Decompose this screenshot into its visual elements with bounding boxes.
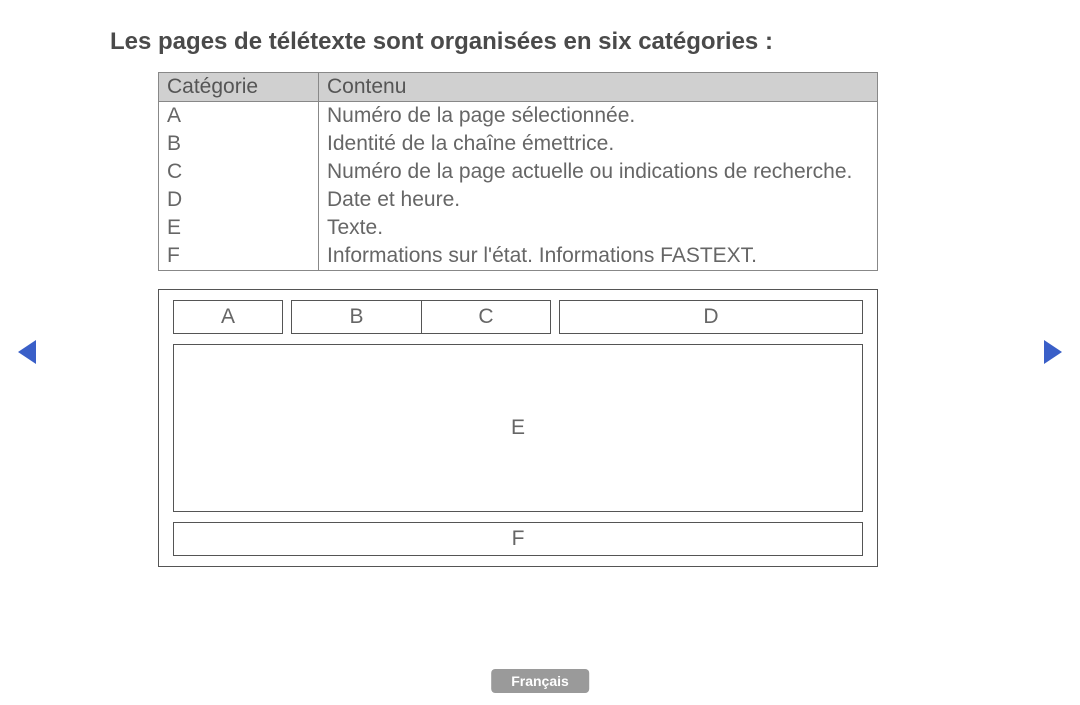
cell-category: A [159,102,319,131]
table-row: D Date et heure. [159,186,878,214]
diagram-region-d: D [559,300,863,334]
cell-category: C [159,158,319,186]
layout-diagram: A B C D E F [158,289,878,567]
cell-content: Numéro de la page actuelle ou indication… [319,158,878,186]
cell-content: Numéro de la page sélectionnée. [319,102,878,131]
table-row: A Numéro de la page sélectionnée. [159,102,878,131]
cell-category: D [159,186,319,214]
diagram-region-c: C [421,300,551,334]
cell-category: E [159,214,319,242]
next-page-arrow-icon[interactable] [1044,340,1062,364]
cell-category: F [159,242,319,271]
cell-category: B [159,130,319,158]
diagram-region-a: A [173,300,283,334]
table-row: C Numéro de la page actuelle ou indicati… [159,158,878,186]
header-category: Catégorie [159,73,319,102]
diagram-region-e: E [173,344,863,512]
categories-table: Catégorie Contenu A Numéro de la page sé… [158,72,878,271]
cell-content: Informations sur l'état. Informations FA… [319,242,878,271]
table-row: E Texte. [159,214,878,242]
header-content: Contenu [319,73,878,102]
cell-content: Identité de la chaîne émettrice. [319,130,878,158]
cell-content: Texte. [319,214,878,242]
table-header-row: Catégorie Contenu [159,73,878,102]
diagram-region-b: B [291,300,421,334]
cell-content: Date et heure. [319,186,878,214]
page-title: Les pages de télétexte sont organisées e… [110,28,970,56]
table-row: F Informations sur l'état. Informations … [159,242,878,271]
prev-page-arrow-icon[interactable] [18,340,36,364]
table-row: B Identité de la chaîne émettrice. [159,130,878,158]
diagram-region-f: F [173,522,863,556]
language-badge: Français [491,669,589,693]
